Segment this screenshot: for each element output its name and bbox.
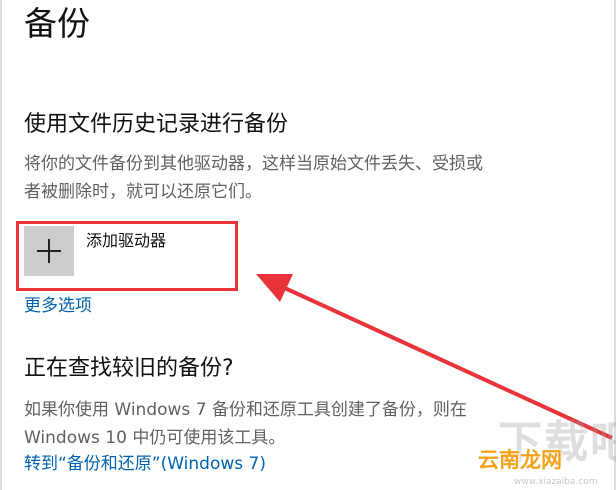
watermark-url: www.xiazaiba.com [514, 477, 598, 487]
watermark-brand: 云南龙网 [478, 448, 562, 472]
